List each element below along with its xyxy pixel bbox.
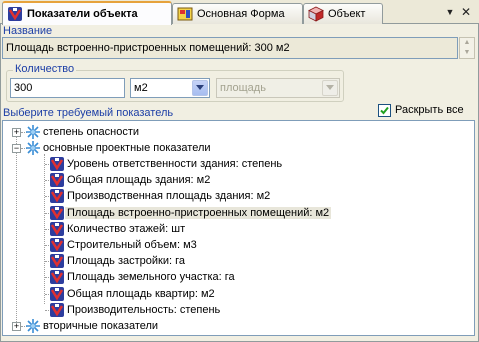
name-caption: Название <box>3 25 53 37</box>
indicator-tree[interactable]: + степень опасности − основные проектные… <box>2 120 475 336</box>
tree-group-label: степень опасности <box>43 126 140 138</box>
collapse-icon[interactable]: − <box>12 144 21 153</box>
tree-item[interactable]: Количество этажей: шт <box>49 221 187 237</box>
tree-item-label: Общая площадь квартир: м2 <box>67 287 215 300</box>
tab-strip: Показатели объекта Основная Форма Объект… <box>0 0 479 25</box>
tree-item[interactable]: Производительность: степень <box>49 302 222 318</box>
tree-item-label: Производительность: степень <box>67 303 221 316</box>
chevron-down-icon <box>322 80 338 96</box>
tab-main-form[interactable]: Основная Форма <box>172 3 303 24</box>
measure-placeholder: площадь <box>220 82 266 94</box>
tree-item-label: Производственная площадь здания: м2 <box>67 190 271 203</box>
indicator-caption: Выберите требуемый показатель <box>3 107 174 119</box>
tree-item-label: Строительный объем: м3 <box>67 239 197 251</box>
snowflake-icon <box>26 319 40 333</box>
tree-group-secondary[interactable]: вторичные показатели <box>25 318 160 334</box>
indicator-icon <box>50 286 64 301</box>
indicator-icon <box>50 238 64 252</box>
snowflake-icon <box>26 141 40 155</box>
indicator-icon <box>50 270 64 285</box>
indicator-icon <box>50 157 64 171</box>
dropdown-icon[interactable]: ▼ <box>442 4 458 20</box>
close-icon[interactable]: ✕ <box>458 4 474 20</box>
tab-object-indicators[interactable]: Показатели объекта <box>2 1 172 25</box>
indicator-icon <box>50 254 64 269</box>
tree-item-label: Площадь встроенно-пристроенных помещений… <box>65 206 332 219</box>
expand-all-label[interactable]: Раскрыть все <box>395 104 464 116</box>
tab-object[interactable]: Объект <box>303 3 383 24</box>
tree-item[interactable]: Площадь застройки: га <box>49 253 187 269</box>
tab-label: Показатели объекта <box>27 8 138 20</box>
tab-label: Объект <box>328 8 366 20</box>
scroll-down-icon[interactable]: ▼ <box>460 48 474 58</box>
name-scrollbar[interactable]: ▲ ▼ <box>459 37 475 59</box>
tree-item-label: Уровень ответственности здания: степень <box>67 158 283 170</box>
indicator-icon <box>50 173 64 188</box>
tree-item[interactable]: Строительный объем: м3 <box>49 237 199 253</box>
tree-item[interactable]: Площадь земельного участка: га <box>49 269 237 285</box>
tree-item-label: Количество этажей: шт <box>67 222 186 235</box>
indicator-icon <box>50 189 64 204</box>
tree-item[interactable]: Уровень ответственности здания: степень <box>49 156 284 172</box>
tree-group-main[interactable]: основные проектные показатели <box>25 140 213 156</box>
tree-item[interactable]: Площадь встроенно-пристроенных помещений… <box>49 205 332 221</box>
indicator-icon <box>50 302 64 317</box>
indicator-icon <box>7 6 23 22</box>
tree-connector <box>16 131 17 326</box>
snowflake-icon <box>26 125 40 139</box>
indicator-icon <box>50 205 64 220</box>
indicator-icon <box>50 221 64 236</box>
scroll-up-icon[interactable]: ▲ <box>460 38 474 48</box>
quantity-caption: Количество <box>13 63 77 75</box>
measure-select: площадь <box>216 78 340 98</box>
chevron-down-icon[interactable] <box>192 80 208 96</box>
tree-item-label: Площадь земельного участка: га <box>67 271 235 284</box>
form-icon <box>177 6 193 22</box>
tree-item-label: Общая площадь здания: м2 <box>67 174 211 187</box>
unit-select[interactable]: м2 <box>130 78 210 98</box>
tree-item-label: Площадь застройки: га <box>67 255 185 268</box>
expand-icon[interactable]: + <box>12 322 21 331</box>
tree-group-danger[interactable]: степень опасности <box>25 124 141 140</box>
tab-label: Основная Форма <box>197 8 285 20</box>
expand-all-checkbox[interactable] <box>378 104 391 117</box>
cube-icon <box>308 6 324 22</box>
quantity-input[interactable]: 300 <box>10 78 125 98</box>
tree-group-label: основные проектные показатели <box>43 142 211 154</box>
tree-item[interactable]: Производственная площадь здания: м2 <box>49 188 272 204</box>
name-field[interactable]: Площадь встроенно-пристроенных помещений… <box>2 37 458 59</box>
tree-group-label: вторичные показатели <box>43 320 159 332</box>
unit-value: м2 <box>134 82 148 94</box>
tree-item[interactable]: Общая площадь здания: м2 <box>49 172 212 188</box>
expand-icon[interactable]: + <box>12 128 21 137</box>
tree-item[interactable]: Общая площадь квартир: м2 <box>49 286 217 302</box>
checkmark-icon <box>380 106 389 115</box>
